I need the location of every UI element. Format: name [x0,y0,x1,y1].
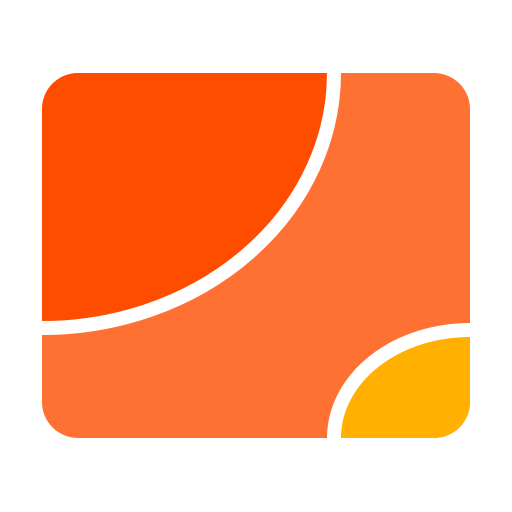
orange-tile-app-icon [42,73,470,438]
icon-tile [42,73,470,438]
app-icon-canvas [0,0,512,512]
